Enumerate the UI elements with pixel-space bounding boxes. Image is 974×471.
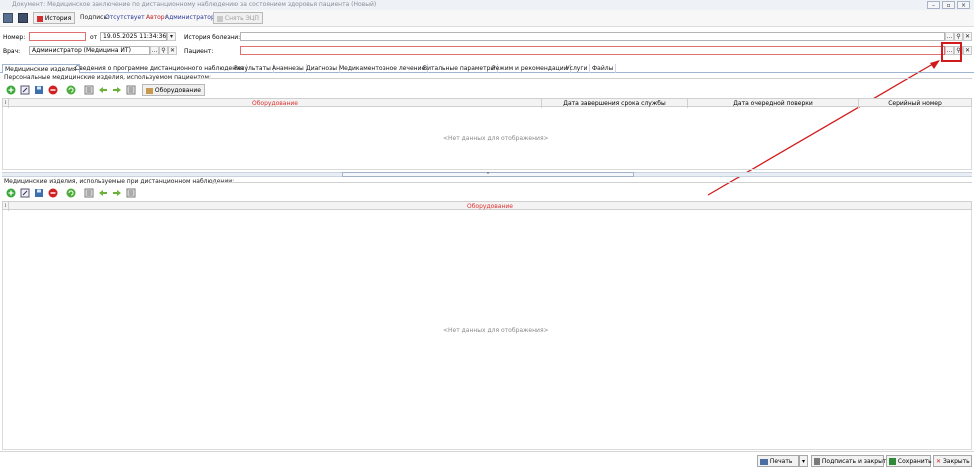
remove-ecp-button[interactable]: Снять ЭЦП [213,12,263,24]
empty-message: <Нет данных для отображения> [443,135,549,142]
delete-icon[interactable] [48,85,58,95]
remote-devices-grid-header: ⁞ Оборудование [2,201,972,211]
remote-devices-title: Медицинские изделия, используемые при ди… [4,178,235,185]
tab-medical-devices[interactable]: Медицинские изделия [2,64,80,73]
refresh-icon[interactable] [66,85,76,95]
personal-devices-grid-header: ⁞ Оборудование Дата завершения срока слу… [2,98,972,108]
toolbar: История Подпись: Отсутствует Автор: Адми… [0,10,974,27]
print-button-label: Печать [769,458,793,465]
patient-clear-icon[interactable]: ✕ [963,46,972,55]
refresh-icon[interactable] [66,188,76,198]
tab-diagnoses[interactable]: Диагнозы [304,64,340,73]
tab-anamnesis[interactable]: Анамнезы [270,64,307,73]
printer-icon [760,458,768,465]
save-button-label: Сохранить [897,458,932,465]
list-icon[interactable] [84,85,94,95]
history-clear-icon[interactable]: ✕ [963,32,972,41]
columns-icon[interactable] [126,188,136,198]
edit-icon[interactable] [20,85,30,95]
history-button[interactable]: История [33,12,76,24]
splitter[interactable]: ⌃ [2,172,972,178]
footer-divider [0,451,974,452]
number-field[interactable] [29,32,86,41]
signature-value: Отсутствует [105,14,145,21]
print-button[interactable]: Печать [757,455,799,467]
equipment-button-label: Оборудование [154,87,201,94]
sign-icon [814,458,820,465]
delete-icon[interactable] [48,188,58,198]
tab-regime[interactable]: Режим и рекомендации [490,64,571,73]
columns-icon[interactable] [126,85,136,95]
equipment-button[interactable]: Оборудование [142,84,205,96]
history-select-button[interactable]: … [945,32,954,41]
close-button-label: Закрыть [942,458,970,465]
date-field[interactable]: 19.05.2025 11:34:36 [100,32,167,41]
patient-field[interactable] [240,46,945,55]
close-button[interactable]: ✕ Закрыть [933,455,972,467]
arrow-left-icon[interactable] [98,188,108,198]
history-search-icon[interactable]: ⚲ [954,32,963,41]
tab-vitals[interactable]: Витальные параметры [421,64,499,73]
section-divider-2 [212,182,972,183]
remote-devices-toolbar [3,188,203,200]
tab-results[interactable]: Результаты [232,64,274,73]
arrow-left-icon[interactable] [98,85,108,95]
history-button-label: История [44,15,72,22]
tab-program-info[interactable]: Сведения о программе дистанционного набл… [73,64,247,73]
print-preview-icon[interactable] [18,13,28,23]
print-dropdown-button[interactable]: ▾ [799,455,808,467]
folder-icon [146,87,153,94]
history-icon [37,15,43,22]
save-button[interactable]: Сохранить [886,455,932,467]
date-dropdown-button[interactable]: ▾ [167,32,176,41]
tab-files[interactable]: Файлы [590,64,617,73]
patient-label: Пациент: [184,48,214,55]
add-icon[interactable] [6,85,16,95]
sign-and-close-label: Подписать и закрыть [821,458,890,465]
doctor-clear-icon[interactable]: ✕ [168,46,177,55]
doctor-select-button[interactable]: … [150,46,159,55]
edit-icon[interactable] [20,188,30,198]
sign-and-close-button[interactable]: Подписать и закрыть [811,455,890,467]
save-icon[interactable] [34,188,44,198]
author-label: Автор: [146,14,167,21]
add-icon[interactable] [6,188,16,198]
doctor-search-icon[interactable]: ⚲ [159,46,168,55]
tab-services[interactable]: Услуги [564,64,591,73]
document-icon[interactable] [3,13,13,23]
close-window-button[interactable]: × [957,1,970,9]
personal-devices-title: Персональные медицинские изделия, исполь… [4,74,212,81]
close-icon: ✕ [936,458,942,465]
splitter-handle[interactable]: ⌃ [342,172,634,178]
empty-message: <Нет данных для отображения> [443,327,549,334]
doctor-field[interactable]: Администратор (Медицина ИТ) [29,46,150,55]
save-icon [889,458,896,465]
arrow-right-icon[interactable] [112,188,122,198]
doctor-label: Врач: [3,48,21,55]
list-icon[interactable] [84,188,94,198]
history-disease-field[interactable] [240,32,945,41]
history-disease-label: История болезни: [184,34,241,41]
save-icon[interactable] [34,85,44,95]
personal-devices-toolbar: Оборудование [3,84,403,97]
personal-devices-grid-body[interactable]: <Нет данных для отображения> [2,107,972,170]
ecp-icon [217,15,223,22]
remove-ecp-label: Снять ЭЦП [224,15,259,22]
tab-medication[interactable]: Медикаментозное лечение [337,64,429,73]
from-label: от [90,34,98,41]
arrow-right-icon[interactable] [112,85,122,95]
window-title: Документ: Медицинское заключение по дист… [0,0,974,10]
author-value: Администратор [165,14,215,21]
number-label: Номер: [3,34,26,41]
minimize-button[interactable]: – [927,1,940,9]
remote-devices-grid-body[interactable]: <Нет данных для отображения> [2,210,972,450]
section-divider [195,78,972,79]
maximize-button[interactable]: ▫ [942,1,955,9]
tab-bar: Медицинские изделия Сведения о программе… [0,64,974,73]
